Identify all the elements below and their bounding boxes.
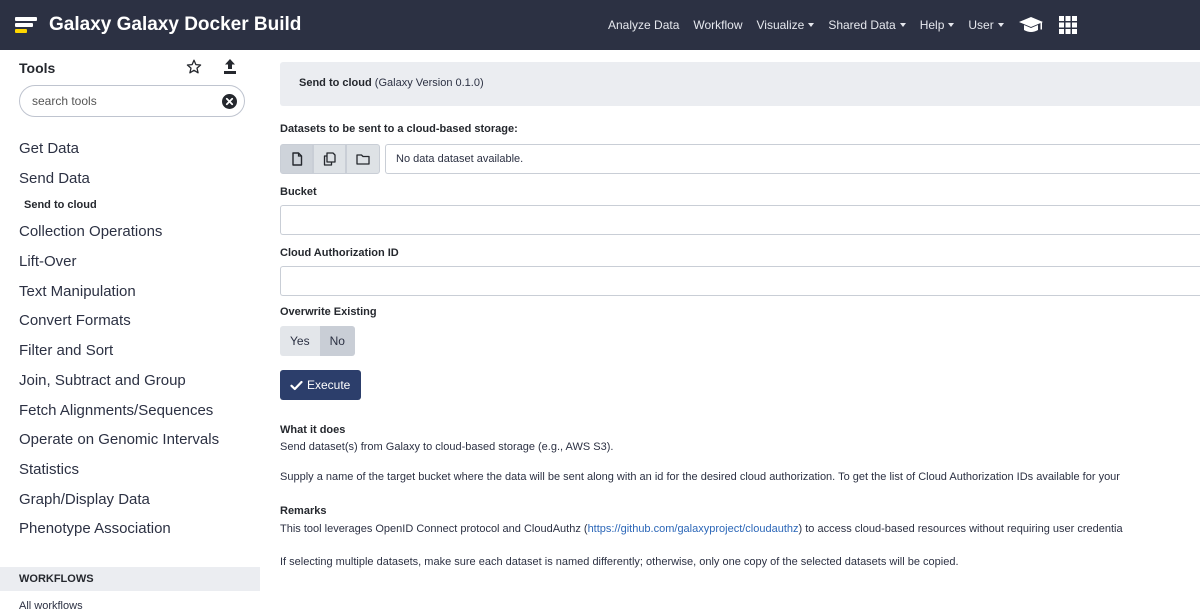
tool-category-text-manipulation[interactable]: Text Manipulation	[0, 277, 260, 307]
tool-category-statistics[interactable]: Statistics	[0, 455, 260, 485]
tool-category-convert-formats[interactable]: Convert Formats	[0, 306, 260, 336]
brand-title[interactable]: Galaxy Galaxy Docker Build	[49, 14, 301, 36]
tool-category-fetch-alignments[interactable]: Fetch Alignments/Sequences	[0, 396, 260, 426]
star-icon[interactable]	[186, 59, 202, 78]
nav-help[interactable]: Help	[920, 18, 955, 32]
tool-form: Send to cloud (Galaxy Version 0.1.0) Dat…	[280, 50, 1200, 610]
tool-send-to-cloud[interactable]: Send to cloud	[0, 193, 260, 217]
cloudauthz-link[interactable]: https://github.com/galaxyproject/cloudau…	[588, 523, 799, 535]
nav-workflow[interactable]: Workflow	[693, 18, 742, 32]
clear-search-icon[interactable]	[222, 94, 237, 112]
dataset-collection-button[interactable]	[346, 144, 380, 174]
upload-icon[interactable]	[222, 58, 238, 79]
bucket-label: Bucket	[280, 186, 317, 198]
dataset-mode-buttons	[280, 144, 380, 174]
file-icon	[291, 152, 302, 166]
cloud-auth-input[interactable]	[280, 266, 1200, 296]
execute-button[interactable]: Execute	[280, 370, 362, 400]
overwrite-toggle: Yes No	[280, 326, 355, 356]
help-what-text: Send dataset(s) from Galaxy to cloud-bas…	[280, 441, 614, 453]
remarks-text-after: ) to access cloud-based resources withou…	[798, 523, 1123, 535]
multiple-datasets-button[interactable]	[313, 144, 346, 174]
bucket-input[interactable]	[280, 205, 1200, 235]
nav-visualize[interactable]: Visualize	[757, 18, 815, 32]
tool-category-lift-over[interactable]: Lift-Over	[0, 247, 260, 277]
nav-shared-data[interactable]: Shared Data	[828, 18, 906, 32]
tool-name: Send to cloud	[299, 77, 372, 89]
tool-search	[19, 85, 245, 117]
overwrite-yes-button[interactable]: Yes	[280, 326, 320, 356]
files-icon	[323, 152, 336, 166]
single-dataset-button[interactable]	[280, 144, 313, 174]
datasets-label: Datasets to be sent to a cloud-based sto…	[280, 123, 518, 135]
folder-icon	[356, 154, 370, 165]
masthead: Galaxy Galaxy Docker Build Analyze Data …	[0, 0, 1200, 50]
graduation-cap-icon[interactable]	[1018, 15, 1044, 35]
remarks-text-before: This tool leverages OpenID Connect proto…	[280, 523, 588, 535]
tool-category-get-data[interactable]: Get Data	[0, 134, 260, 164]
tool-category-genomic-intervals[interactable]: Operate on Genomic Intervals	[0, 425, 260, 455]
help-multiple-text: If selecting multiple datasets, make sur…	[280, 556, 959, 568]
tool-panel: Tools Get Data Send Data Send to cloud C…	[0, 50, 260, 610]
tool-title: Send to cloud (Galaxy Version 0.1.0)	[299, 77, 484, 89]
check-icon	[290, 380, 303, 390]
nav-user[interactable]: User	[968, 18, 1004, 32]
dataset-select[interactable]: No data dataset available.	[385, 144, 1200, 174]
execute-label: Execute	[307, 378, 351, 392]
workflows-heading: WORKFLOWS	[0, 567, 260, 591]
overwrite-no-button[interactable]: No	[319, 326, 355, 356]
cloud-auth-label: Cloud Authorization ID	[280, 247, 399, 259]
grid-icon[interactable]	[1058, 15, 1078, 35]
tool-form-header: Send to cloud (Galaxy Version 0.1.0)	[280, 62, 1200, 106]
tool-category-phenotype-association[interactable]: Phenotype Association	[0, 514, 260, 544]
tool-category-list: Get Data Send Data Send to cloud Collect…	[0, 134, 260, 544]
nav-menu: Analyze Data Workflow Visualize Shared D…	[608, 0, 1092, 50]
overwrite-label: Overwrite Existing	[280, 306, 377, 318]
brand[interactable]: Galaxy Galaxy Docker Build	[15, 10, 301, 40]
caret-down-icon	[997, 23, 1004, 27]
help-remarks-heading: Remarks	[280, 505, 327, 517]
all-workflows-link[interactable]: All workflows	[19, 600, 83, 610]
galaxy-logo-icon	[15, 15, 37, 35]
tool-category-collection-operations[interactable]: Collection Operations	[0, 217, 260, 247]
help-remarks-text: This tool leverages OpenID Connect proto…	[280, 523, 1123, 535]
tools-heading: Tools	[19, 60, 56, 76]
search-tools-input[interactable]	[32, 93, 212, 109]
tool-category-filter-and-sort[interactable]: Filter and Sort	[0, 336, 260, 366]
help-what-heading: What it does	[280, 424, 346, 436]
nav-analyze-data[interactable]: Analyze Data	[608, 18, 679, 32]
tool-category-join-subtract-group[interactable]: Join, Subtract and Group	[0, 366, 260, 396]
help-supply-text: Supply a name of the target bucket where…	[280, 471, 1120, 483]
caret-down-icon	[808, 23, 815, 27]
tool-version: (Galaxy Version 0.1.0)	[374, 77, 484, 89]
tool-category-graph-display[interactable]: Graph/Display Data	[0, 485, 260, 515]
caret-down-icon	[948, 23, 955, 27]
caret-down-icon	[899, 23, 906, 27]
tool-category-send-data[interactable]: Send Data	[0, 164, 260, 194]
